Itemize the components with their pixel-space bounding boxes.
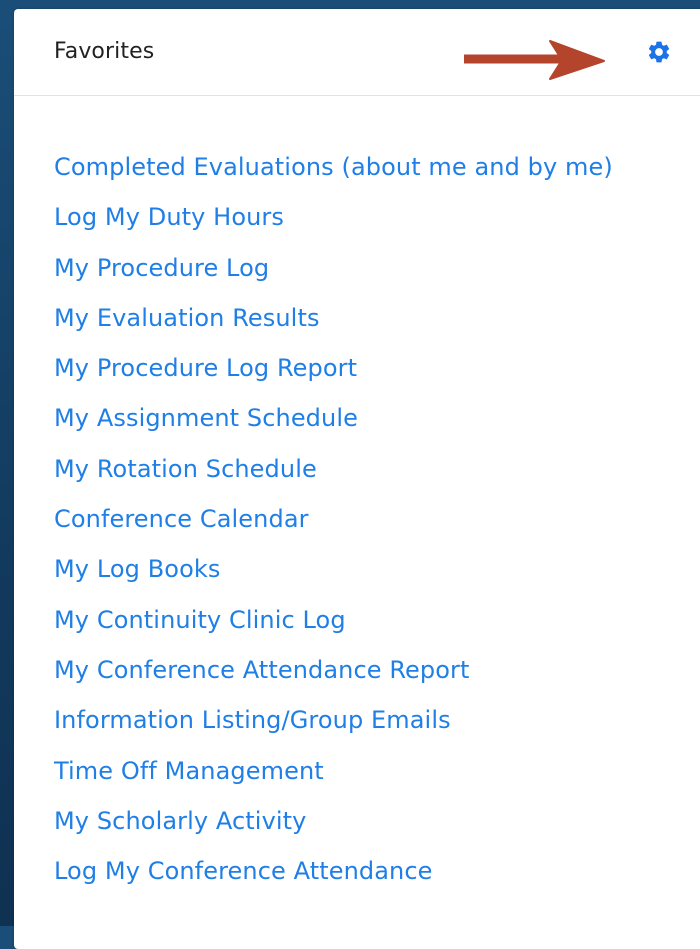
list-item: My Rotation Schedule (54, 444, 613, 494)
list-item: Completed Evaluations (about me and by m… (54, 142, 613, 192)
favorite-link[interactable]: Log My Duty Hours (54, 203, 284, 231)
favorite-link[interactable]: Completed Evaluations (about me and by m… (54, 153, 613, 181)
favorite-link[interactable]: Time Off Management (54, 757, 324, 785)
favorite-link[interactable]: My Log Books (54, 555, 220, 583)
list-item: My Assignment Schedule (54, 393, 613, 443)
panel-header: Favorites (14, 9, 700, 96)
favorite-link[interactable]: My Scholarly Activity (54, 807, 306, 835)
list-item: My Evaluation Results (54, 293, 613, 343)
list-item: Log My Duty Hours (54, 192, 613, 242)
list-item: My Procedure Log (54, 243, 613, 293)
favorite-link[interactable]: Conference Calendar (54, 505, 309, 533)
favorites-list: Completed Evaluations (about me and by m… (54, 142, 613, 896)
list-item: My Conference Attendance Report (54, 645, 613, 695)
list-item: My Scholarly Activity (54, 796, 613, 846)
favorite-link[interactable]: Log My Conference Attendance (54, 857, 433, 885)
red-arrow-icon (464, 40, 605, 80)
list-item: My Log Books (54, 544, 613, 594)
panel-title: Favorites (54, 39, 155, 64)
favorite-link[interactable]: My Continuity Clinic Log (54, 606, 346, 634)
favorite-link[interactable]: Information Listing/Group Emails (54, 706, 451, 734)
favorite-link[interactable]: My Rotation Schedule (54, 455, 317, 483)
list-item: My Procedure Log Report (54, 343, 613, 393)
gear-icon[interactable] (646, 39, 672, 65)
favorite-link[interactable]: My Assignment Schedule (54, 404, 358, 432)
favorite-link[interactable]: My Procedure Log (54, 254, 269, 282)
favorite-link[interactable]: My Evaluation Results (54, 304, 320, 332)
list-item: Conference Calendar (54, 494, 613, 544)
favorite-link[interactable]: My Conference Attendance Report (54, 656, 470, 684)
list-item: Time Off Management (54, 746, 613, 796)
favorites-panel: Favorites Completed Evaluations (about m… (14, 9, 700, 949)
list-item: Information Listing/Group Emails (54, 695, 613, 745)
list-item: My Continuity Clinic Log (54, 595, 613, 645)
favorite-link[interactable]: My Procedure Log Report (54, 354, 357, 382)
list-item: Log My Conference Attendance (54, 846, 613, 896)
